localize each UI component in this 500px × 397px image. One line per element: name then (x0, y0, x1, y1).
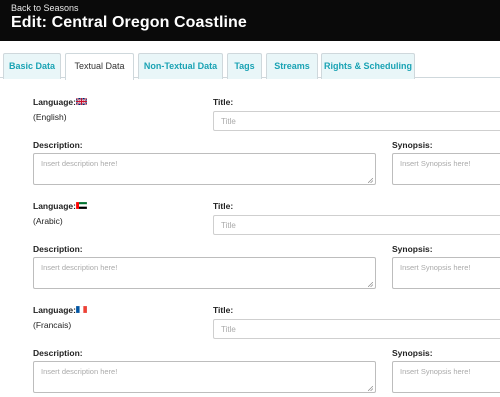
language-name: (English) (33, 112, 67, 122)
title-input[interactable] (213, 111, 500, 131)
language-label: Language: (33, 97, 76, 107)
description-textarea[interactable] (33, 153, 376, 185)
title-label: Title: (213, 201, 234, 211)
description-label: Description: (33, 244, 83, 254)
synopsis-label: Synopsis: (392, 348, 433, 358)
title-input[interactable] (213, 215, 500, 235)
page-header: Back to Seasons Edit: Central Oregon Coa… (0, 0, 500, 41)
synopsis-textarea[interactable] (392, 153, 500, 185)
tab-rights-scheduling[interactable]: Rights & Scheduling (321, 53, 415, 79)
description-label: Description: (33, 348, 83, 358)
resize-grip-icon[interactable] (368, 282, 373, 287)
tab-non-textual-data[interactable]: Non-Textual Data (138, 53, 223, 79)
page-title: Edit: Central Oregon Coastline (11, 14, 247, 31)
title-input[interactable] (213, 319, 500, 339)
tab-textual-data[interactable]: Textual Data (65, 53, 134, 80)
uae-flag-icon (76, 202, 87, 209)
textual-data-form: Language: (English) Title: Description: … (0, 78, 500, 397)
tab-streams[interactable]: Streams (266, 53, 318, 79)
title-label: Title: (213, 97, 234, 107)
back-to-seasons-link[interactable]: Back to Seasons (11, 3, 79, 13)
synopsis-textarea[interactable] (392, 361, 500, 393)
tab-tags[interactable]: Tags (227, 53, 262, 79)
uk-flag-icon (76, 98, 87, 105)
description-label: Description: (33, 140, 83, 150)
description-textarea[interactable] (33, 361, 376, 393)
france-flag-icon (76, 306, 87, 313)
resize-grip-icon[interactable] (368, 178, 373, 183)
resize-grip-icon[interactable] (368, 386, 373, 391)
description-textarea[interactable] (33, 257, 376, 289)
language-name: (Francais) (33, 320, 72, 330)
language-name: (Arabic) (33, 216, 63, 226)
tab-bar: Basic Data Textual Data Non-Textual Data… (0, 41, 500, 80)
synopsis-textarea[interactable] (392, 257, 500, 289)
title-label: Title: (213, 305, 234, 315)
language-label: Language: (33, 305, 76, 315)
tab-basic-data[interactable]: Basic Data (3, 53, 61, 79)
synopsis-label: Synopsis: (392, 244, 433, 254)
language-label: Language: (33, 201, 76, 211)
synopsis-label: Synopsis: (392, 140, 433, 150)
